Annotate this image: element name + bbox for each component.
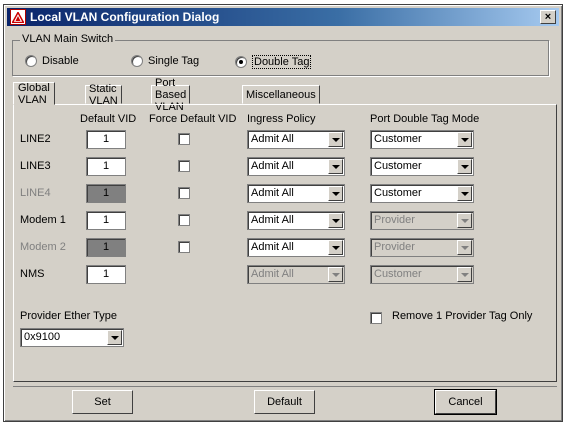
radio-circle[interactable]	[235, 56, 247, 68]
force-default-vid-checkbox[interactable]	[178, 214, 190, 226]
combo-value: Provider	[374, 214, 415, 226]
chevron-down-icon[interactable]	[328, 132, 343, 147]
remove-provider-tag-checkbox[interactable]	[370, 312, 382, 324]
force-default-vid-checkbox[interactable]	[178, 187, 190, 199]
combo-value: Admit All	[251, 241, 294, 253]
radio-double-tag[interactable]: Double Tag	[235, 55, 312, 69]
button-bar: Set Default Cancel	[13, 386, 557, 415]
default-vid-input[interactable]: 1	[86, 265, 126, 284]
combo-value: Provider	[374, 241, 415, 253]
default-vid-input[interactable]: 1	[86, 211, 126, 230]
radio-disable[interactable]: Disable	[25, 55, 79, 67]
combo-value: Admit All	[251, 214, 294, 226]
chevron-down-icon[interactable]	[457, 159, 472, 174]
chevron-down-icon	[457, 213, 472, 228]
radio-circle[interactable]	[25, 55, 37, 67]
port-name: Modem 2	[20, 241, 66, 253]
combo-value: Admit All	[251, 160, 294, 172]
default-button[interactable]: Default	[254, 390, 315, 414]
port-double-tag-mode-select[interactable]: Customer	[370, 184, 474, 203]
chevron-down-icon[interactable]	[107, 330, 122, 345]
chevron-down-icon[interactable]	[328, 240, 343, 255]
ingress-policy-select: Admit All	[247, 265, 345, 284]
warning-triangle-icon	[10, 9, 26, 25]
port-double-tag-mode-select: Customer	[370, 265, 474, 284]
chevron-down-icon	[457, 267, 472, 282]
ingress-policy-select[interactable]: Admit All	[247, 130, 345, 149]
window-title: Local VLAN Configuration Dialog	[30, 10, 220, 24]
port-name: LINE2	[20, 133, 51, 145]
chevron-down-icon[interactable]	[328, 213, 343, 228]
col-header-port-double-tag-mode: Port Double Tag Mode	[370, 113, 480, 125]
chevron-down-icon[interactable]	[328, 159, 343, 174]
combo-value: Admit All	[251, 187, 294, 199]
port-name: LINE3	[20, 160, 51, 172]
chevron-down-icon[interactable]	[328, 186, 343, 201]
port-double-tag-mode-select: Provider	[370, 238, 474, 257]
combo-value: Customer	[374, 268, 422, 280]
title-bar[interactable]: Local VLAN Configuration Dialog ×	[7, 8, 559, 26]
global-vlan-panel: Default VID Force Default VID Ingress Po…	[13, 104, 557, 382]
port-double-tag-mode-select[interactable]: Customer	[370, 130, 474, 149]
default-vid-input[interactable]: 1	[86, 157, 126, 176]
default-vid-input: 1	[86, 184, 126, 203]
combo-value: 0x9100	[24, 331, 61, 343]
radio-single-tag[interactable]: Single Tag	[131, 55, 199, 67]
port-name: Modem 1	[20, 214, 66, 226]
tab-static-vlan[interactable]: Static VLAN	[85, 83, 122, 107]
col-header-force-default-vid: Force Default VID	[149, 113, 237, 125]
combo-value: Customer	[374, 160, 422, 172]
close-button[interactable]: ×	[540, 10, 556, 24]
default-vid-input: 1	[86, 238, 126, 257]
ingress-policy-select[interactable]: Admit All	[247, 157, 345, 176]
chevron-down-icon[interactable]	[457, 132, 472, 147]
port-name: NMS	[20, 268, 45, 280]
dialog-window: Local VLAN Configuration Dialog × VLAN M…	[3, 4, 563, 422]
chevron-down-icon	[328, 267, 343, 282]
radio-label: Single Tag	[148, 55, 200, 67]
col-header-ingress-policy: Ingress Policy	[247, 113, 316, 125]
force-default-vid-checkbox[interactable]	[178, 133, 190, 145]
provider-ether-type-select[interactable]: 0x9100	[20, 328, 124, 347]
radio-label: Double Tag	[252, 55, 312, 69]
vlan-main-switch-group: VLAN Main Switch Disable Single Tag Doub…	[12, 33, 549, 76]
provider-ether-type-label: Provider Ether Type	[20, 310, 118, 322]
cancel-button[interactable]: Cancel	[434, 389, 497, 415]
chevron-down-icon	[457, 240, 472, 255]
radio-selected-dot	[239, 60, 243, 64]
ingress-policy-select[interactable]: Admit All	[247, 211, 345, 230]
combo-value: Admit All	[251, 268, 294, 280]
tab-global-vlan[interactable]: Global VLAN	[13, 82, 55, 106]
set-button[interactable]: Set	[72, 390, 133, 414]
group-title: VLAN Main Switch	[20, 33, 116, 45]
remove-provider-tag-label: Remove 1 Provider Tag Only	[392, 310, 533, 322]
ingress-policy-select[interactable]: Admit All	[247, 238, 345, 257]
radio-circle[interactable]	[131, 55, 143, 67]
combo-value: Admit All	[251, 133, 294, 145]
port-name: LINE4	[20, 187, 51, 199]
tab-port-based-vlan[interactable]: Port Based VLAN	[151, 77, 191, 113]
force-default-vid-checkbox[interactable]	[178, 160, 190, 172]
port-double-tag-mode-select[interactable]: Customer	[370, 157, 474, 176]
ingress-policy-select[interactable]: Admit All	[247, 184, 345, 203]
radio-label: Disable	[42, 55, 79, 67]
force-default-vid-checkbox[interactable]	[178, 241, 190, 253]
combo-value: Customer	[374, 187, 422, 199]
col-header-default-vid: Default VID	[80, 113, 137, 125]
port-double-tag-mode-select: Provider	[370, 211, 474, 230]
chevron-down-icon[interactable]	[457, 186, 472, 201]
tab-miscellaneous[interactable]: Miscellaneous	[242, 85, 320, 104]
default-vid-input[interactable]: 1	[86, 130, 126, 149]
combo-value: Customer	[374, 133, 422, 145]
